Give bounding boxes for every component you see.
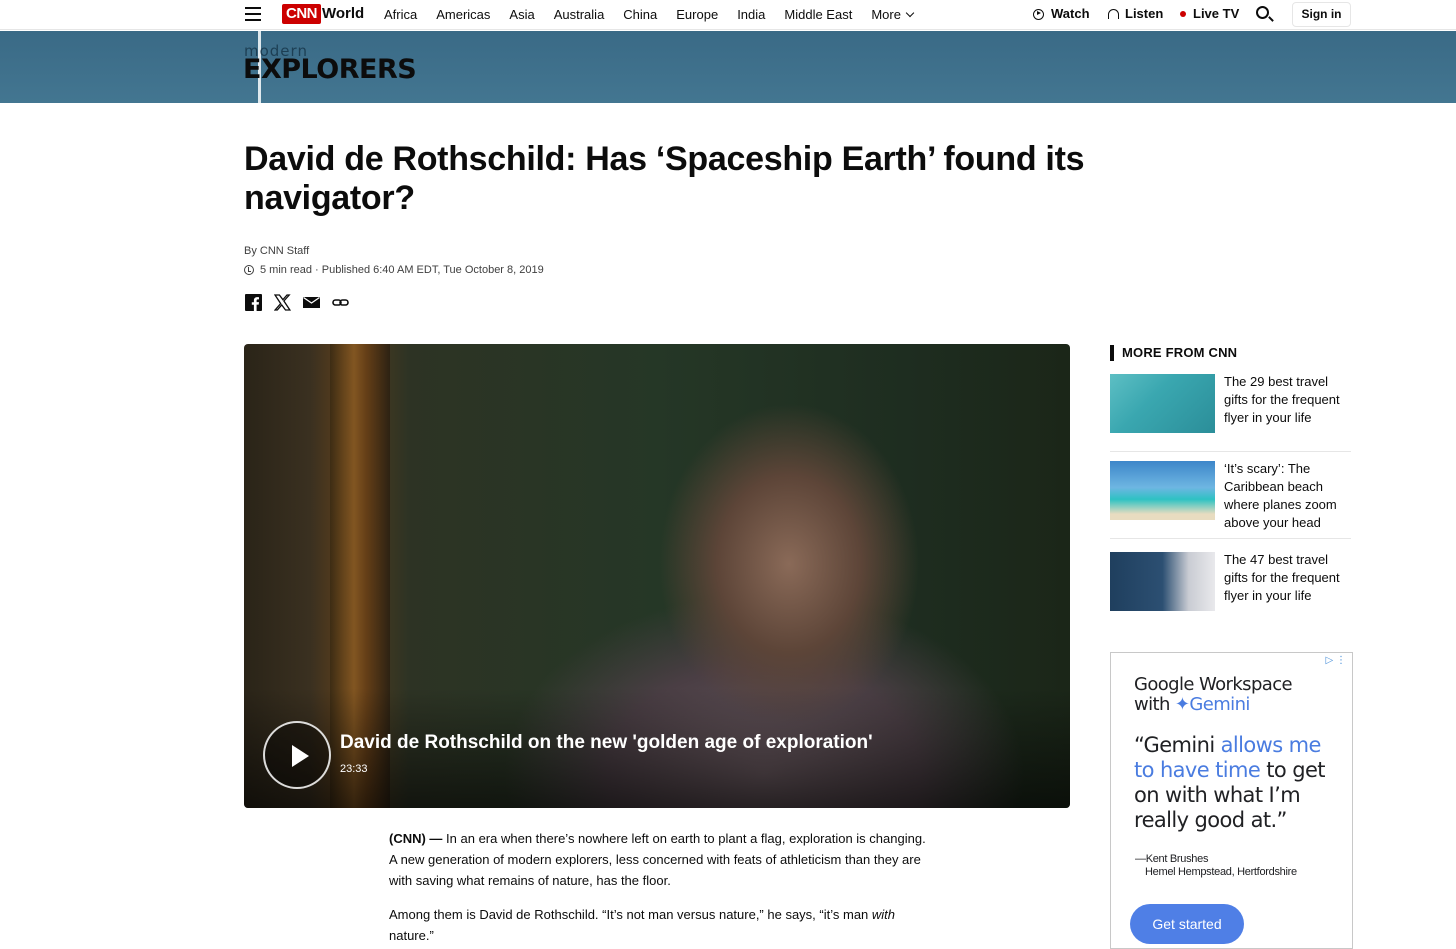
- card-title[interactable]: ‘It’s scary’: The Caribbean beach where …: [1224, 460, 1351, 538]
- listen-link[interactable]: Listen: [1108, 6, 1163, 22]
- nav-links: Africa Americas Asia Australia China Eur…: [384, 7, 932, 22]
- card-thumbnail[interactable]: [1110, 374, 1215, 433]
- sign-in-button[interactable]: Sign in: [1292, 2, 1351, 27]
- published-date: · Published 6:40 AM EDT, Tue October 8, …: [315, 264, 544, 276]
- more-label: More: [871, 7, 901, 22]
- video-title[interactable]: David de Rothschild on the new 'golden a…: [340, 732, 873, 754]
- ad-quote-a: “Gemini: [1134, 733, 1221, 757]
- email-icon[interactable]: [303, 294, 320, 311]
- article-meta: 5 min read · Published 6:40 AM EDT, Tue …: [244, 264, 544, 276]
- ad-brand-with: with: [1134, 694, 1175, 715]
- menu-icon[interactable]: [245, 7, 261, 21]
- video-duration: 23:33: [340, 763, 368, 775]
- search-icon[interactable]: [1256, 6, 1269, 19]
- share-bar: [245, 294, 349, 311]
- nav-link-australia[interactable]: Australia: [554, 7, 605, 22]
- live-dot-icon: [1180, 11, 1186, 17]
- get-started-button[interactable]: Get started: [1130, 904, 1244, 944]
- article-headline: David de Rothschild: Has ‘Spaceship Eart…: [244, 140, 1085, 217]
- chevron-down-icon: [905, 8, 915, 18]
- section-name[interactable]: World: [322, 5, 364, 23]
- x-twitter-icon[interactable]: [274, 294, 291, 311]
- paragraph-2-text-a: Among them is David de Rothschild. “It’s…: [389, 907, 872, 922]
- cnn-logo[interactable]: CNN: [282, 4, 321, 24]
- video-player[interactable]: David de Rothschild on the new 'golden a…: [244, 344, 1070, 808]
- watch-link[interactable]: Watch: [1033, 6, 1090, 22]
- play-button-icon[interactable]: [263, 721, 331, 789]
- ad-brand: Google Workspace with ✦Gemini: [1134, 674, 1293, 715]
- top-nav: CNN World Africa Americas Asia Australia…: [0, 0, 1456, 30]
- sidebar-card[interactable]: ‘It’s scary’: The Caribbean beach where …: [1110, 460, 1351, 539]
- nav-link-americas[interactable]: Americas: [436, 7, 490, 22]
- listen-label: Listen: [1125, 6, 1164, 21]
- more-from-cnn-heading: MORE FROM CNN: [1110, 345, 1237, 361]
- paragraph-1-text: In an era when there’s nowhere left on e…: [389, 831, 926, 888]
- ad-brand-line: Google Workspace: [1134, 674, 1293, 695]
- ad-author-place: Hemel Hempstead, Hertfordshire: [1145, 866, 1297, 878]
- nav-link-africa[interactable]: Africa: [384, 7, 417, 22]
- sidebar-card[interactable]: The 47 best travel gifts for the frequen…: [1110, 551, 1351, 621]
- paragraph-2-text-b: nature.”: [389, 928, 434, 943]
- link-icon[interactable]: [332, 294, 349, 311]
- nav-link-more[interactable]: More: [871, 7, 915, 22]
- card-thumbnail[interactable]: [1110, 461, 1215, 520]
- byline[interactable]: By CNN Staff: [244, 245, 309, 257]
- live-tv-label: Live TV: [1193, 6, 1240, 21]
- paragraph-2: Among them is David de Rothschild. “It’s…: [389, 904, 929, 946]
- watch-label: Watch: [1051, 6, 1090, 21]
- read-time: 5 min read: [260, 264, 312, 276]
- ad-choices-icon[interactable]: ▷ ⋮: [1326, 655, 1346, 666]
- nav-link-china[interactable]: China: [623, 7, 657, 22]
- paragraph-1: (CNN) — In an era when there’s nowhere l…: [389, 828, 929, 891]
- article-body: (CNN) — In an era when there’s nowhere l…: [389, 828, 929, 949]
- ad-author: —Kent Brushes Hemel Hempstead, Hertfords…: [1135, 853, 1297, 879]
- live-tv-link[interactable]: Live TV: [1180, 6, 1239, 22]
- sidebar-card[interactable]: The 29 best travel gifts for the frequen…: [1110, 373, 1351, 452]
- card-title[interactable]: The 47 best travel gifts for the frequen…: [1224, 551, 1351, 621]
- nav-link-europe[interactable]: Europe: [676, 7, 718, 22]
- play-circle-icon: [1033, 8, 1044, 20]
- ad-author-name: —Kent Brushes: [1135, 853, 1209, 865]
- cnn-dateline: (CNN) —: [389, 831, 443, 846]
- ad-quote: “Gemini allows me to have time to get on…: [1134, 733, 1344, 833]
- nav-link-india[interactable]: India: [737, 7, 765, 22]
- card-thumbnail[interactable]: [1110, 552, 1215, 611]
- paragraph-2-emphasis: with: [871, 907, 896, 922]
- advertisement[interactable]: ▷ ⋮ Google Workspace with ✦Gemini “Gemin…: [1110, 652, 1353, 949]
- card-title[interactable]: The 29 best travel gifts for the frequen…: [1224, 373, 1351, 451]
- ad-brand-gemini: Gemini: [1189, 694, 1250, 715]
- nav-link-middle-east[interactable]: Middle East: [784, 7, 852, 22]
- clock-icon: [244, 265, 254, 275]
- section-banner: [0, 31, 1456, 103]
- facebook-icon[interactable]: [245, 294, 262, 311]
- banner-logo[interactable]: EXPLORERS: [243, 54, 417, 86]
- gemini-sparkle-icon: ✦: [1174, 694, 1190, 715]
- nav-link-asia[interactable]: Asia: [509, 7, 534, 22]
- ad-brand-line-2: with ✦Gemini: [1134, 695, 1292, 715]
- headphones-icon: [1108, 9, 1119, 19]
